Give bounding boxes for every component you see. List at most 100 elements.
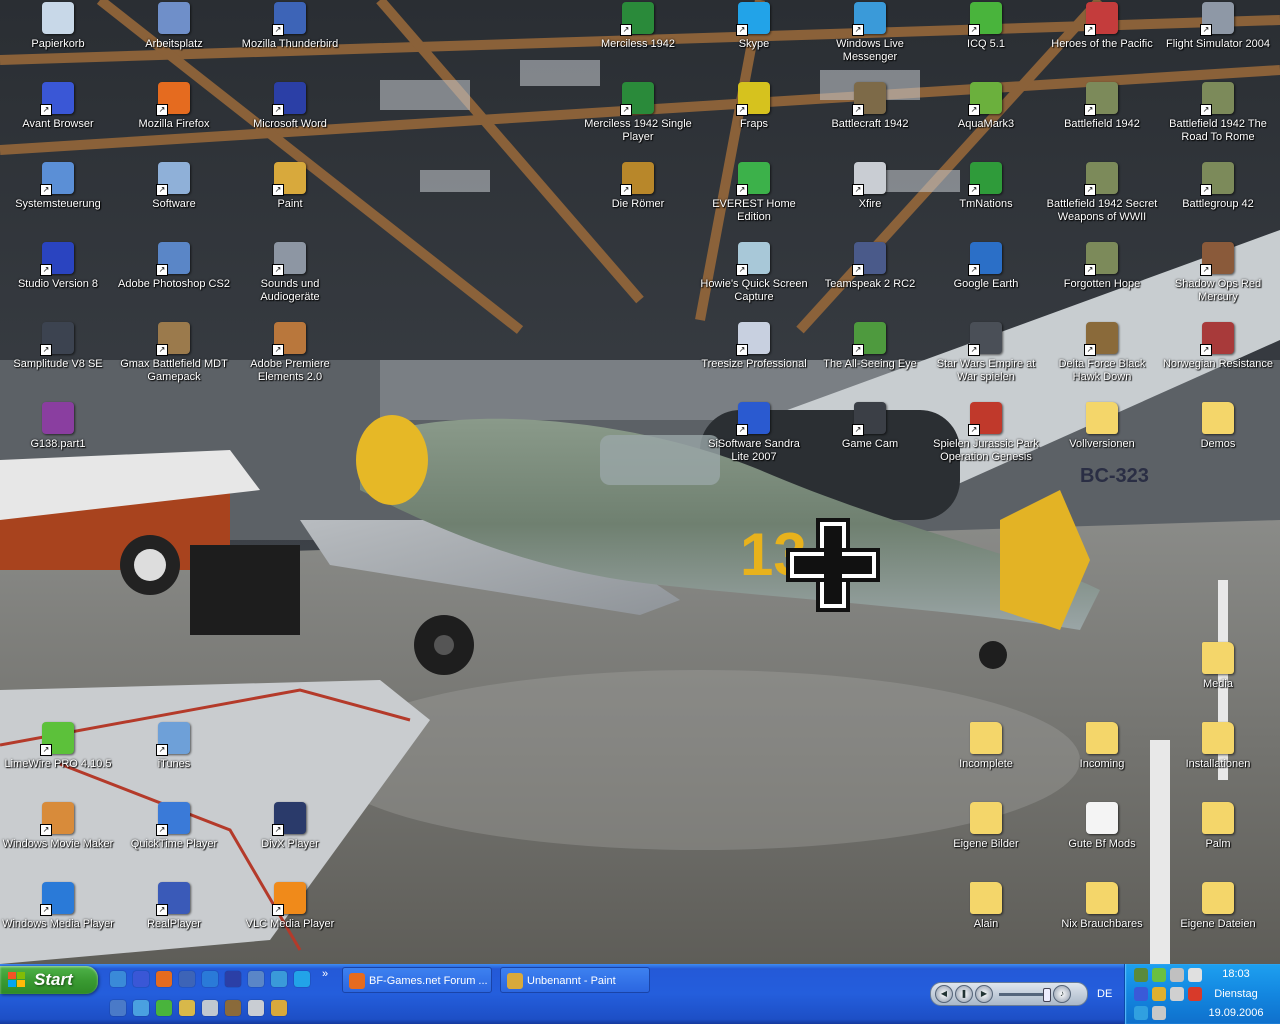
desktop-icon[interactable]: Incomplete [928, 720, 1044, 771]
avant-icon[interactable] [133, 971, 149, 987]
desktop-icon[interactable]: ↗ Paint [232, 160, 348, 211]
desktop-icon[interactable]: ↗ Windows Movie Maker [0, 800, 116, 851]
desktop-icon[interactable]: Vollversionen [1044, 400, 1160, 451]
desktop-icon[interactable]: ↗ QuickTime Player [116, 800, 232, 851]
next-icon[interactable]: ▶ [975, 985, 993, 1003]
speaker-icon[interactable]: ♪ [1053, 985, 1071, 1003]
desktop-icon[interactable]: ↗ Delta Force Black Hawk Down [1044, 320, 1160, 384]
desktop-icon[interactable]: ↗ Heroes of the Pacific [1044, 0, 1160, 51]
desktop-icon[interactable]: ↗ Fraps [696, 80, 812, 131]
desktop-icon[interactable]: Papierkorb [0, 0, 116, 51]
desktop-icon[interactable]: ↗ Norwegian Resistance [1160, 320, 1276, 371]
desktop-icon[interactable]: ↗ Battlefield 1942 [1044, 80, 1160, 131]
desktop-icon[interactable]: ↗ Shadow Ops Red Mercury [1160, 240, 1276, 304]
game-icon[interactable] [225, 1000, 241, 1016]
desktop-icon[interactable]: ↗ Software [116, 160, 232, 211]
media-player-icon[interactable] [202, 971, 218, 987]
desktop-icon[interactable]: ↗ Mozilla Thunderbird [232, 0, 348, 51]
desktop-icon[interactable]: Eigene Bilder [928, 800, 1044, 851]
desktop-icon[interactable]: ↗ Gmax Battlefield MDT Gamepack [116, 320, 232, 384]
explorer-icon[interactable] [179, 1000, 195, 1016]
desktop-icon[interactable]: Installationen [1160, 720, 1276, 771]
icq-icon[interactable] [156, 1000, 172, 1016]
quick-launch-more-button[interactable]: » [322, 968, 328, 980]
desktop-icon[interactable]: ↗ Studio Version 8 [0, 240, 116, 291]
desktop-icon[interactable]: ↗ Google Earth [928, 240, 1044, 291]
volume-slider[interactable] [999, 993, 1049, 996]
desktop-icon[interactable]: Incoming [1044, 720, 1160, 771]
desktop-icon[interactable]: ↗ Adobe Photoshop CS2 [116, 240, 232, 291]
desktop-icon[interactable]: ↗ Teamspeak 2 RC2 [812, 240, 928, 291]
desktop-icon[interactable]: ↗ AquaMark3 [928, 80, 1044, 131]
pause-icon[interactable]: ❚ [955, 985, 973, 1003]
desktop-icon[interactable]: ↗ Forgotten Hope [1044, 240, 1160, 291]
desktop-icon[interactable]: ↗ Star Wars Empire at War spielen [928, 320, 1044, 384]
desktop-icon[interactable]: ↗ Battlecraft 1942 [812, 80, 928, 131]
task-button-paint[interactable]: Unbenannt - Paint [500, 967, 650, 993]
messenger-icon[interactable] [271, 971, 287, 987]
desktop-icon[interactable]: ↗ EVEREST Home Edition [696, 160, 812, 224]
desktop-icon[interactable]: ↗ Battlegroup 42 [1160, 160, 1276, 211]
desktop-icon[interactable]: G138.part1 [0, 400, 116, 451]
volume-knob[interactable] [1043, 988, 1051, 1002]
desktop-icon[interactable]: Nix Brauchbares [1044, 880, 1160, 931]
desktop-icon[interactable]: Alain [928, 880, 1044, 931]
desktop-icon[interactable]: Eigene Dateien [1160, 880, 1276, 931]
desktop-icon[interactable]: ↗ Die Römer [580, 160, 696, 211]
desktop-icon[interactable]: Media [1160, 640, 1276, 691]
desktop-icon[interactable]: ↗ Flight Simulator 2004 [1160, 0, 1276, 51]
skype-icon[interactable] [294, 971, 310, 987]
desktop-icon[interactable]: ↗ Skype [696, 0, 812, 51]
desktop-icon[interactable]: ↗ Avant Browser [0, 80, 116, 131]
desktop-icon[interactable]: ↗ Spielen Jurassic Park Operation Genesis [928, 400, 1044, 464]
desktop-icon[interactable]: ↗ Windows Live Messenger [812, 0, 928, 64]
desktop-icon[interactable]: ↗ DivX Player [232, 800, 348, 851]
clock-date[interactable]: 19.09.2006 [1192, 1007, 1280, 1019]
messenger2-tray-icon[interactable] [1152, 1006, 1166, 1020]
desktop-icon[interactable]: ↗ iTunes [116, 720, 232, 771]
photoshop-icon[interactable] [248, 971, 264, 987]
desktop-icon[interactable]: ↗ Game Cam [812, 400, 928, 451]
desktop-icon[interactable]: ↗ TmNations [928, 160, 1044, 211]
desktop-icon[interactable]: ↗ RealPlayer [116, 880, 232, 931]
game-tray-icon[interactable] [1170, 968, 1184, 982]
thunderbird-icon[interactable] [179, 971, 195, 987]
desktop-icon[interactable]: Gute Bf Mods [1044, 800, 1160, 851]
paint-icon[interactable] [271, 1000, 287, 1016]
desktop-icon[interactable]: ↗ LimeWire PRO 4.10.5 [0, 720, 116, 771]
search-icon[interactable] [133, 1000, 149, 1016]
desktop-icon[interactable]: ↗ The All-Seeing Eye [812, 320, 928, 371]
desktop-icon[interactable]: ↗ Xfire [812, 160, 928, 211]
desktop-icon[interactable]: ↗ SiSoftware Sandra Lite 2007 [696, 400, 812, 464]
desktop-icon[interactable]: ↗ Windows Media Player [0, 880, 116, 931]
language-indicator[interactable]: DE [1097, 988, 1112, 1000]
desktop-icon[interactable]: Arbeitsplatz [116, 0, 232, 51]
desktop-icon[interactable]: Demos [1160, 400, 1276, 451]
desktop-icon[interactable]: ↗ Microsoft Word [232, 80, 348, 131]
desktop-icon[interactable]: ↗ Mozilla Firefox [116, 80, 232, 131]
desktop-icon[interactable]: ↗ VLC Media Player [232, 880, 348, 931]
previous-icon[interactable]: ◀ [935, 985, 953, 1003]
desktop-icon[interactable]: ↗ Battlefield 1942 The Road To Rome [1160, 80, 1276, 144]
start-button[interactable]: Start [0, 966, 98, 994]
clock-day[interactable]: Dienstag [1192, 988, 1280, 1000]
volume-tray-icon[interactable] [1170, 987, 1184, 1001]
desktop-icon[interactable]: ↗ Adobe Premiere Elements 2.0 [232, 320, 348, 384]
desktop-icon[interactable]: ↗ Howie's Quick Screen Capture [696, 240, 812, 304]
desktop-icon[interactable]: ↗ Merciless 1942 [580, 0, 696, 51]
desktop-icon[interactable]: ↗ Systemsteuerung [0, 160, 116, 211]
desktop-icon[interactable]: Palm [1160, 800, 1276, 851]
ie-icon[interactable] [110, 971, 126, 987]
desktop-icon[interactable]: ↗ Treesize Professional [696, 320, 812, 371]
firewall-tray-icon[interactable] [1134, 987, 1148, 1001]
network-icon[interactable] [1134, 968, 1148, 982]
desktop-icon[interactable]: ↗ Sounds und Audiogeräte [232, 240, 348, 304]
search-tray-icon[interactable] [1134, 1006, 1148, 1020]
update-tray-icon[interactable] [1152, 987, 1166, 1001]
messenger-tray-icon[interactable] [1152, 968, 1166, 982]
firefox-icon[interactable] [156, 971, 172, 987]
xfire-icon[interactable] [248, 1000, 264, 1016]
desktop-icon[interactable]: ↗ Merciless 1942 Single Player [580, 80, 696, 144]
task-button-firefox[interactable]: BF-Games.net Forum ... [342, 967, 492, 993]
show-desktop-icon[interactable] [110, 1000, 126, 1016]
